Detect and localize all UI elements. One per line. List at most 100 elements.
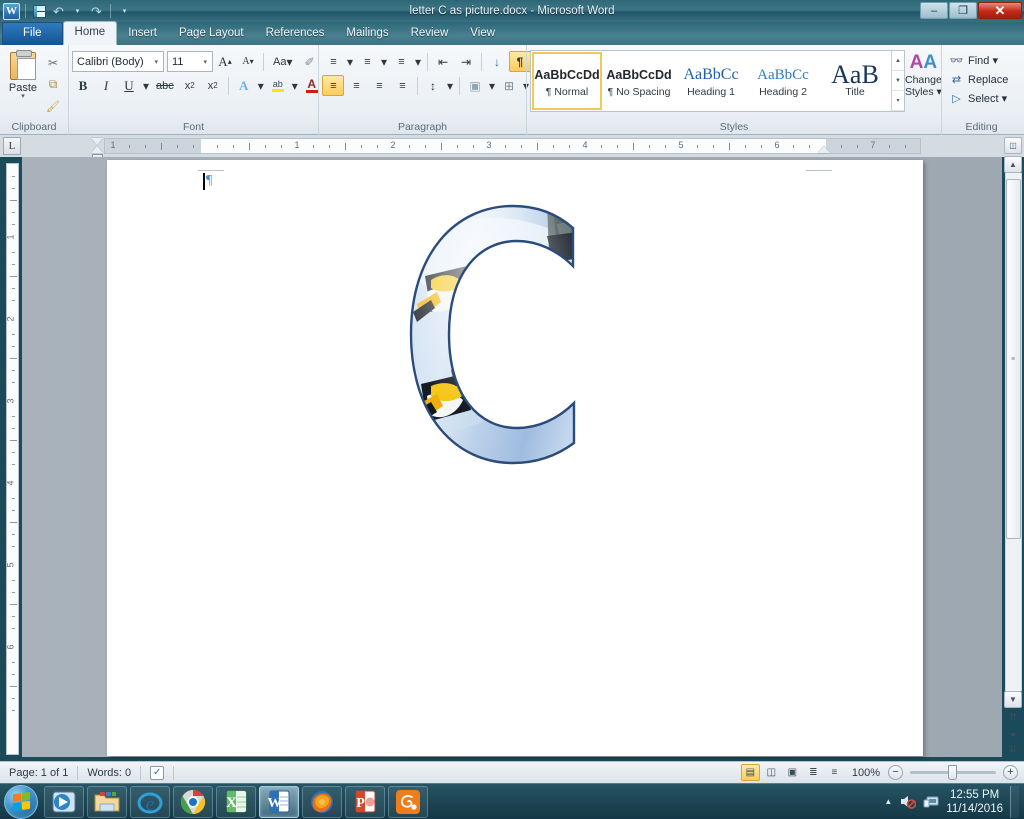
bold-button[interactable]: B	[72, 75, 94, 96]
superscript-button[interactable]: x2	[202, 75, 224, 96]
highlight-button[interactable]: ab	[267, 75, 289, 96]
font-name-input[interactable]: Calibri (Body) ▾	[72, 51, 164, 72]
underline-dropdown[interactable]: ▾	[141, 75, 151, 96]
start-button[interactable]	[4, 784, 38, 819]
line-spacing-button[interactable]: ↕	[422, 75, 444, 96]
zoom-slider-thumb[interactable]	[948, 765, 957, 780]
tab-references[interactable]: References	[255, 23, 336, 45]
line-spacing-dropdown[interactable]: ▾	[445, 75, 455, 96]
copy-button[interactable]: ⧉	[43, 75, 63, 94]
network-icon[interactable]	[923, 794, 939, 809]
view-draft-button[interactable]: ≡	[825, 764, 844, 781]
view-full-screen-reading-button[interactable]: ◫	[762, 764, 781, 781]
align-center-button[interactable]: ≡	[345, 75, 367, 96]
multilevel-list-button[interactable]: ≡	[390, 51, 412, 72]
show-desktop-button[interactable]	[1010, 785, 1019, 818]
numbering-button[interactable]: ≡	[356, 51, 378, 72]
tab-mailings[interactable]: Mailings	[335, 23, 399, 45]
customize-qat-icon[interactable]: ▾	[116, 3, 133, 20]
sort-button[interactable]: ↓	[486, 51, 508, 72]
tab-page-layout[interactable]: Page Layout	[168, 23, 255, 45]
multilevel-dropdown[interactable]: ▾	[413, 51, 423, 72]
taskbar-clock[interactable]: 12:55 PM 11/14/2016	[946, 788, 1003, 816]
font-size-input[interactable]: 11 ▾	[167, 51, 213, 72]
page-indicator[interactable]: Page: 1 of 1	[0, 762, 77, 784]
restore-button[interactable]: ❐	[949, 2, 977, 19]
proofing-status[interactable]: ✓	[141, 762, 173, 784]
taskbar-item-microsoft-excel[interactable]: X	[216, 785, 256, 818]
tab-stop-selector[interactable]: L	[3, 137, 21, 155]
align-left-button[interactable]: ≡	[322, 75, 344, 96]
zoom-in-button[interactable]: +	[1003, 765, 1018, 780]
decrease-indent-button[interactable]: ⇤	[432, 51, 454, 72]
styles-scroll-down-icon[interactable]: ▼	[892, 71, 904, 91]
text-effects-dropdown[interactable]: ▾	[256, 75, 266, 96]
scrollbar-track[interactable]: ≡	[1004, 173, 1022, 691]
word-count[interactable]: Words: 0	[78, 762, 140, 784]
highlight-dropdown[interactable]: ▾	[290, 75, 300, 96]
strikethrough-button[interactable]: abc	[152, 75, 178, 96]
justify-button[interactable]: ≡	[391, 75, 413, 96]
taskbar-item-camtasia[interactable]	[388, 785, 428, 818]
tab-file[interactable]: File	[2, 22, 63, 45]
taskbar-item-mozilla-firefox[interactable]	[302, 785, 342, 818]
minimize-button[interactable]: –	[920, 2, 948, 19]
styles-gallery-scrollbar[interactable]: ▲ ▼ ▾	[891, 51, 904, 111]
replace-button[interactable]: ⇄ Replace	[945, 71, 1012, 88]
tab-review[interactable]: Review	[400, 23, 460, 45]
subscript-button[interactable]: x2	[179, 75, 201, 96]
save-button[interactable]	[31, 3, 48, 20]
style-heading-1[interactable]: AaBbCc Heading 1	[676, 52, 746, 110]
change-case-button[interactable]: Aa ▾	[268, 51, 298, 72]
paste-button[interactable]: Paste ▾	[3, 49, 43, 100]
taskbar-item-microsoft-powerpoint[interactable]: P	[345, 785, 385, 818]
styles-scroll-up-icon[interactable]: ▲	[892, 51, 904, 71]
redo-button[interactable]: ↷	[88, 3, 105, 20]
right-indent-marker[interactable]	[818, 146, 830, 153]
volume-muted-icon[interactable]	[899, 794, 917, 809]
shrink-font-button[interactable]: A ▾	[237, 51, 259, 72]
style-heading-2[interactable]: AaBbCc Heading 2	[748, 52, 818, 110]
tab-view[interactable]: View	[459, 23, 506, 45]
show-hidden-icons-button[interactable]: ▲	[884, 797, 892, 806]
next-page-button[interactable]: ⇊	[1005, 742, 1021, 757]
find-button[interactable]: 👓 Find ▾	[945, 52, 1012, 69]
shading-dropdown[interactable]: ▾	[487, 75, 497, 96]
select-button[interactable]: ▷ Select ▾	[945, 90, 1012, 107]
grow-font-button[interactable]: A ▴	[214, 51, 236, 72]
letter-c-picture[interactable]	[397, 200, 607, 470]
scroll-down-button[interactable]: ▼	[1004, 691, 1022, 708]
vertical-scrollbar[interactable]: ◫ ▲ ≡ ▼ ⇈ ● ⇊	[1004, 137, 1022, 757]
italic-button[interactable]: I	[95, 75, 117, 96]
document-canvas[interactable]: ¶	[22, 157, 1002, 757]
split-window-button[interactable]: ◫	[1004, 137, 1022, 154]
tab-home[interactable]: Home	[62, 21, 118, 45]
close-button[interactable]: ✕	[978, 2, 1022, 19]
numbering-dropdown[interactable]: ▾	[379, 51, 389, 72]
bullets-dropdown[interactable]: ▾	[345, 51, 355, 72]
select-browse-object-button[interactable]: ●	[1005, 726, 1021, 741]
taskbar-item-google-chrome[interactable]	[173, 785, 213, 818]
style-no-spacing[interactable]: AaBbCcDd ¶ No Spacing	[604, 52, 674, 110]
bullets-button[interactable]: ≡	[322, 51, 344, 72]
taskbar-item-internet-explorer[interactable]: e	[130, 785, 170, 818]
cut-button[interactable]: ✂	[43, 53, 63, 72]
increase-indent-button[interactable]: ⇥	[455, 51, 477, 72]
zoom-slider[interactable]	[910, 765, 996, 780]
scrollbar-thumb[interactable]: ≡	[1005, 179, 1021, 539]
text-effects-button[interactable]: A	[233, 75, 255, 96]
taskbar-item-microsoft-word[interactable]: W	[259, 785, 299, 818]
shading-button[interactable]: ▣	[464, 75, 486, 96]
taskbar-item-windows-media-player[interactable]	[44, 785, 84, 818]
first-line-indent-marker[interactable]	[91, 138, 103, 145]
paste-dropdown-icon[interactable]: ▾	[21, 93, 25, 100]
change-styles-button[interactable]: AA Change Styles ▾	[905, 49, 942, 98]
undo-dropdown-icon[interactable]: ▾	[69, 3, 86, 20]
word-app-icon[interactable]: W	[3, 2, 20, 20]
tab-insert[interactable]: Insert	[117, 23, 168, 45]
align-right-button[interactable]: ≡	[368, 75, 390, 96]
view-print-layout-button[interactable]: ▤	[740, 764, 760, 781]
document-page[interactable]: ¶	[107, 160, 923, 756]
undo-button[interactable]: ↶	[50, 3, 67, 20]
format-painter-button[interactable]: 🖌	[43, 97, 63, 116]
